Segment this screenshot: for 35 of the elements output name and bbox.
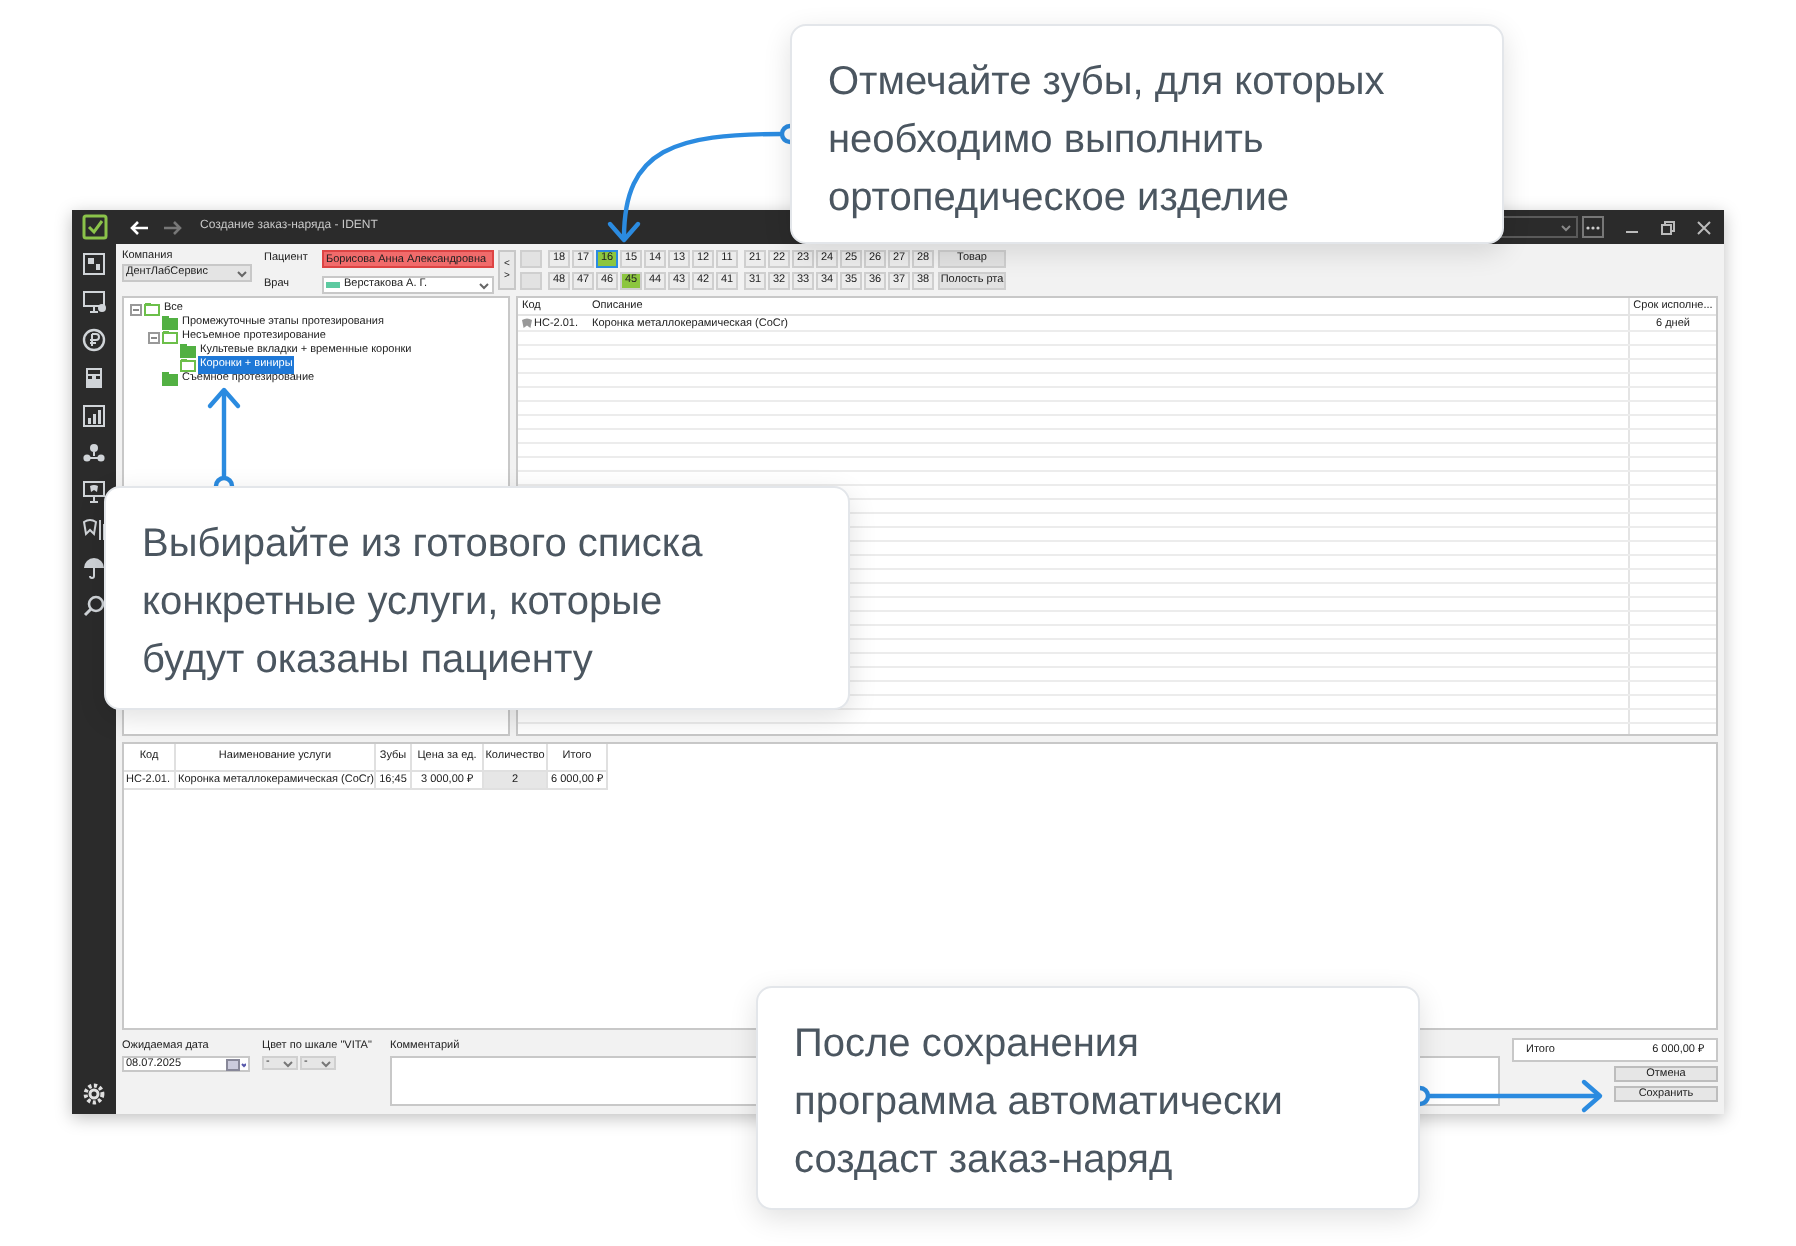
tooth-icon xyxy=(522,318,532,329)
umbrella-icon xyxy=(82,556,106,580)
folder-icon xyxy=(180,344,196,358)
caret-icon xyxy=(282,1059,294,1068)
collapse-icon[interactable] xyxy=(148,331,160,343)
open-folder-icon xyxy=(144,302,160,316)
settings-icon xyxy=(82,1082,106,1106)
open-folder-icon xyxy=(180,358,196,372)
callout-tooltip-text: После сохранения программа автоматически создаст заказ-наряд xyxy=(794,1020,1283,1186)
color-swatch-icon xyxy=(326,282,340,288)
folder-icon xyxy=(162,372,178,386)
forward-arrow-icon xyxy=(162,217,184,237)
monitor-icon xyxy=(82,290,106,314)
search-icon xyxy=(82,594,106,618)
tooth-monitor-icon xyxy=(82,480,106,504)
calculator-icon xyxy=(82,366,106,390)
caret-icon xyxy=(1560,223,1572,231)
caret-icon xyxy=(236,269,248,277)
callout-tooltip-text: Отмечайте зубы, для которых необходимо выполнить ортопедическое изделие xyxy=(828,58,1385,224)
close-icon xyxy=(1696,219,1712,235)
more-button[interactable] xyxy=(1582,216,1604,238)
calendar-icon xyxy=(226,1057,246,1072)
callout-tooltip-text: Выбирайте из готового списка конкретные услуги, которые будут оказаны пациенту xyxy=(142,520,703,686)
caret-icon xyxy=(320,1059,332,1068)
check-logo-icon xyxy=(81,214,107,240)
back-arrow-icon xyxy=(128,217,150,237)
caret-icon xyxy=(478,281,490,289)
bar-chart-icon xyxy=(82,404,106,428)
search-field[interactable] xyxy=(1498,216,1578,238)
folder-icon xyxy=(162,316,178,330)
coin-icon xyxy=(82,328,106,352)
dashboard-icon xyxy=(82,252,106,276)
restore-icon xyxy=(1660,219,1676,235)
collapse-icon[interactable] xyxy=(130,303,142,315)
open-folder-icon xyxy=(162,330,178,344)
